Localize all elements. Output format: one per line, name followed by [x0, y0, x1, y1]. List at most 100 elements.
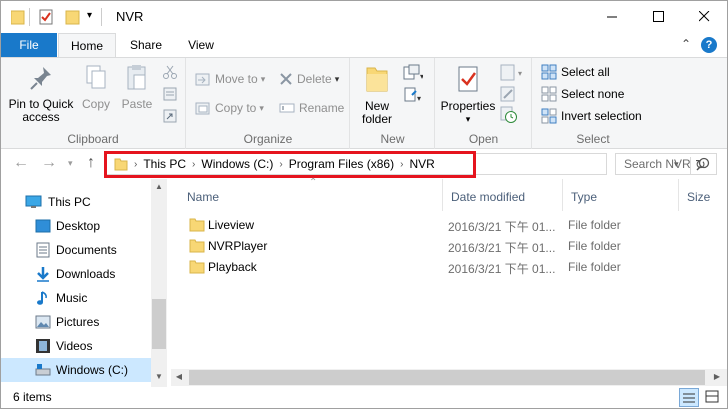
title-bar: ▾ NVR — [1, 1, 727, 33]
status-bar: 6 items — [1, 387, 727, 408]
table-row[interactable]: NVRPlayer 2016/3/21 下午 01... File folder — [171, 236, 727, 257]
move-to-button[interactable]: Move to ▾ — [195, 69, 265, 89]
horizontal-scrollbar[interactable]: ◀ ▶ — [171, 369, 727, 386]
copy-button[interactable]: Copy — [79, 64, 113, 111]
folder-icon — [11, 10, 25, 25]
nav-item-pictures[interactable]: Pictures — [1, 310, 151, 334]
row-name: Liveview — [208, 218, 255, 232]
edit-icon[interactable] — [500, 86, 518, 102]
scroll-left-icon[interactable]: ◀ — [171, 369, 187, 385]
column-header-size[interactable]: Size — [679, 179, 727, 211]
recent-locations-icon[interactable]: ▾ — [68, 158, 73, 169]
scroll-right-icon[interactable]: ▶ — [709, 369, 725, 385]
nav-item-videos[interactable]: Videos — [1, 334, 151, 358]
properties-quick-icon[interactable] — [39, 8, 55, 26]
table-row[interactable]: Playback 2016/3/21 下午 01... File folder — [171, 257, 727, 278]
close-button[interactable] — [681, 1, 727, 32]
rename-button[interactable]: Rename — [279, 98, 344, 118]
nav-item-this-pc[interactable]: This PC — [1, 190, 151, 214]
new-folder-button[interactable]: New folder — [357, 64, 397, 126]
select-all-button[interactable]: Select all — [541, 62, 610, 82]
search-placeholder: Search NVR — [624, 157, 691, 171]
paste-shortcut-icon[interactable] — [163, 109, 177, 123]
maximize-icon — [652, 11, 664, 22]
cut-icon[interactable] — [163, 65, 177, 79]
nav-item-music[interactable]: Music — [1, 286, 151, 310]
column-header-date-modified[interactable]: Date modified — [443, 179, 563, 211]
tab-view[interactable]: View — [175, 33, 227, 57]
tab-share[interactable]: Share — [119, 33, 173, 57]
search-icon — [696, 157, 710, 171]
column-header-type[interactable]: Type — [563, 179, 679, 211]
nav-item-desktop[interactable]: Desktop — [1, 214, 151, 238]
nav-item-windows-c[interactable]: Windows (C:) — [1, 358, 151, 382]
svg-text:▾: ▾ — [518, 69, 522, 78]
music-icon — [37, 291, 47, 305]
select-none-button[interactable]: Select none — [541, 84, 624, 104]
forward-button[interactable]: → — [41, 154, 57, 172]
nav-item-documents[interactable]: Documents — [1, 238, 151, 262]
help-button[interactable]: ? — [701, 37, 717, 53]
new-item-icon[interactable]: ▾ — [403, 64, 423, 82]
clipboard-group: Pin to Quick access Copy Paste Clipboard — [1, 58, 186, 149]
paste-button[interactable]: Paste — [119, 64, 155, 111]
row-type: File folder — [568, 239, 621, 253]
nav-scrollbar[interactable]: ▲ ▼ — [151, 179, 167, 387]
delete-label: Delete — [297, 72, 332, 86]
folder-icon — [189, 260, 205, 274]
open-group-label: Open — [468, 132, 499, 146]
move-to-icon — [195, 73, 210, 86]
history-icon[interactable] — [500, 106, 518, 124]
maximize-button[interactable] — [635, 1, 681, 32]
properties-label: Properties — [440, 99, 496, 113]
drive-icon — [35, 364, 51, 376]
minimize-icon — [606, 16, 617, 18]
organize-group: Move to ▾ Copy to ▾ Delete ▾ Rename Organiz… — [187, 58, 350, 149]
large-icons-view-button[interactable] — [703, 388, 723, 407]
ribbon-tabs: File Home Share View ⌃ ? — [1, 33, 727, 58]
properties-button[interactable]: Properties ▾ — [440, 64, 496, 126]
pictures-icon — [35, 315, 51, 329]
invert-selection-icon — [541, 108, 557, 124]
properties-icon — [458, 66, 478, 92]
rename-icon — [279, 103, 295, 113]
invert-selection-label: Invert selection — [561, 109, 642, 123]
nav-label: Downloads — [56, 267, 116, 281]
nav-label: Documents — [56, 243, 117, 257]
nav-label: Pictures — [56, 315, 100, 329]
customize-toolbar-icon[interactable]: ▾ — [87, 10, 92, 28]
open-file-icon[interactable]: ▾ — [500, 64, 526, 82]
column-header-name[interactable]: Name — [179, 179, 443, 211]
ribbon: Pin to Quick access Copy Paste Clipboard… — [1, 57, 727, 149]
nav-label: This PC — [48, 195, 91, 209]
new-folder-quick-icon[interactable] — [65, 8, 81, 26]
scroll-up-icon[interactable]: ▲ — [151, 179, 167, 195]
search-input[interactable]: Search NVR — [615, 153, 717, 175]
collapse-ribbon-icon[interactable]: ⌃ — [681, 37, 691, 51]
delete-button[interactable]: Delete ▾ — [279, 69, 339, 89]
address-highlight-box — [104, 151, 476, 178]
tab-file[interactable]: File — [1, 33, 57, 57]
easy-access-icon[interactable]: ▾ — [403, 86, 423, 104]
close-icon — [698, 11, 709, 22]
address-row: ← → ▾ ↑ › This PC › Windows (C:) › Progr… — [1, 150, 727, 178]
back-button[interactable]: ← — [13, 154, 29, 172]
table-row[interactable]: Liveview 2016/3/21 下午 01... File folder — [171, 215, 727, 236]
copy-to-button[interactable]: Copy to ▾ — [195, 98, 264, 118]
nav-item-downloads[interactable]: Downloads — [1, 262, 151, 286]
svg-text:▾: ▾ — [417, 94, 421, 103]
up-button[interactable]: ↑ — [87, 154, 95, 172]
nav-scroll-thumb[interactable] — [152, 299, 166, 349]
horizontal-scroll-thumb[interactable] — [189, 370, 705, 385]
open-group: Properties ▾ ▾ Open — [436, 58, 532, 149]
properties-dropdown-icon[interactable]: ▾ — [440, 113, 496, 126]
invert-selection-button[interactable]: Invert selection — [541, 106, 642, 126]
select-none-label: Select none — [561, 87, 625, 101]
scroll-down-icon[interactable]: ▼ — [151, 369, 167, 385]
minimize-button[interactable] — [589, 1, 635, 32]
pin-to-quick-access-button[interactable]: Pin to Quick access — [5, 64, 77, 124]
tab-home[interactable]: Home — [58, 33, 116, 58]
copy-path-icon[interactable] — [163, 87, 177, 101]
details-view-button[interactable] — [679, 388, 699, 407]
select-group-label: Select — [576, 132, 610, 146]
